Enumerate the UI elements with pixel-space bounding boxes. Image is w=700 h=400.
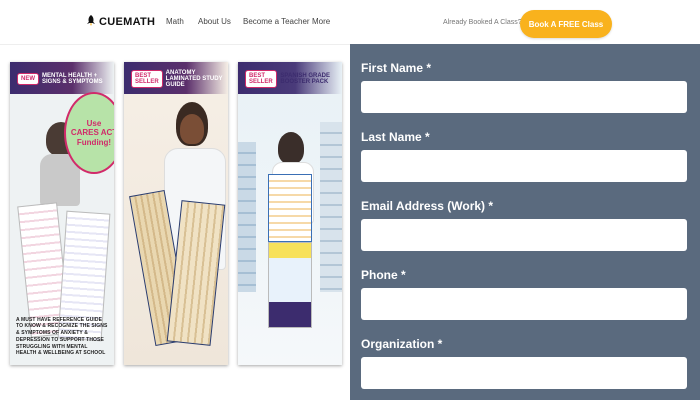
bubble-line: Funding!	[76, 137, 112, 147]
badge-best-seller: BEST SELLER	[245, 70, 278, 88]
card-title: ANATOMY LAMINATED STUDY GUIDE	[165, 69, 223, 89]
person-image	[278, 132, 304, 164]
badge-new: NEW	[17, 73, 39, 85]
bookshelf-image	[320, 122, 342, 292]
brand-logo[interactable]: CUEMATH	[86, 15, 155, 29]
card-title: MENTAL HEALTH + SIGNS & SYMPTOMS	[42, 72, 103, 85]
first-name-label: First Name *	[361, 61, 432, 75]
bubble-line: Use	[86, 119, 102, 129]
booster-pack-image	[268, 174, 312, 242]
last-name-label: Last Name *	[361, 130, 430, 144]
card-badge: BEST SELLER SPANISH GRADE BOOSTER PACK	[242, 68, 342, 90]
nav-math[interactable]: Math	[166, 17, 184, 26]
rocket-icon	[86, 15, 96, 29]
nav-more[interactable]: More	[312, 17, 330, 26]
phone-input[interactable]	[361, 288, 687, 320]
bookshelf-image	[238, 142, 256, 292]
already-booked-link[interactable]: Already Booked A Class?	[443, 19, 522, 26]
email-input[interactable]	[361, 219, 687, 251]
brand-name: CUEMATH	[99, 16, 156, 28]
card-title: SPANISH GRADE BOOSTER PACK	[280, 72, 330, 85]
email-label: Email Address (Work) *	[361, 199, 494, 213]
product-card-spanish[interactable]: BEST SELLER SPANISH GRADE BOOSTER PACK	[238, 62, 342, 365]
last-name-input[interactable]	[361, 150, 687, 182]
organization-input[interactable]	[361, 357, 687, 389]
badge-best-seller: BEST SELLER	[131, 70, 163, 88]
first-name-input[interactable]	[361, 81, 687, 113]
nav-become-a-teacher[interactable]: Become a Teacher	[243, 17, 310, 26]
book-free-class-button[interactable]: Book A FREE Class	[520, 10, 612, 38]
contact-form: First Name * Last Name * Email Address (…	[350, 44, 700, 400]
product-card-anatomy[interactable]: BEST SELLER ANATOMY LAMINATED STUDY GUID…	[124, 62, 228, 365]
person-face-image	[180, 114, 204, 144]
card-badge: BEST SELLER ANATOMY LAMINATED STUDY GUID…	[128, 68, 228, 90]
card-footer-text: A MUST HAVE REFERENCE GUIDE TO KNOW & RE…	[16, 316, 108, 357]
organization-label: Organization *	[361, 337, 443, 351]
card-badge: NEW MENTAL HEALTH + SIGNS & SYMPTOMS	[14, 68, 114, 90]
booster-pack-image	[268, 242, 312, 328]
nav-about-us[interactable]: About Us	[198, 17, 231, 26]
product-card-mental-health[interactable]: NEW MENTAL HEALTH + SIGNS & SYMPTOMS Use…	[10, 62, 114, 365]
phone-label: Phone *	[361, 268, 406, 282]
site-header: CUEMATH Math About Us Become a Teacher M…	[0, 0, 700, 45]
bubble-line: CARES ACT	[70, 128, 114, 138]
